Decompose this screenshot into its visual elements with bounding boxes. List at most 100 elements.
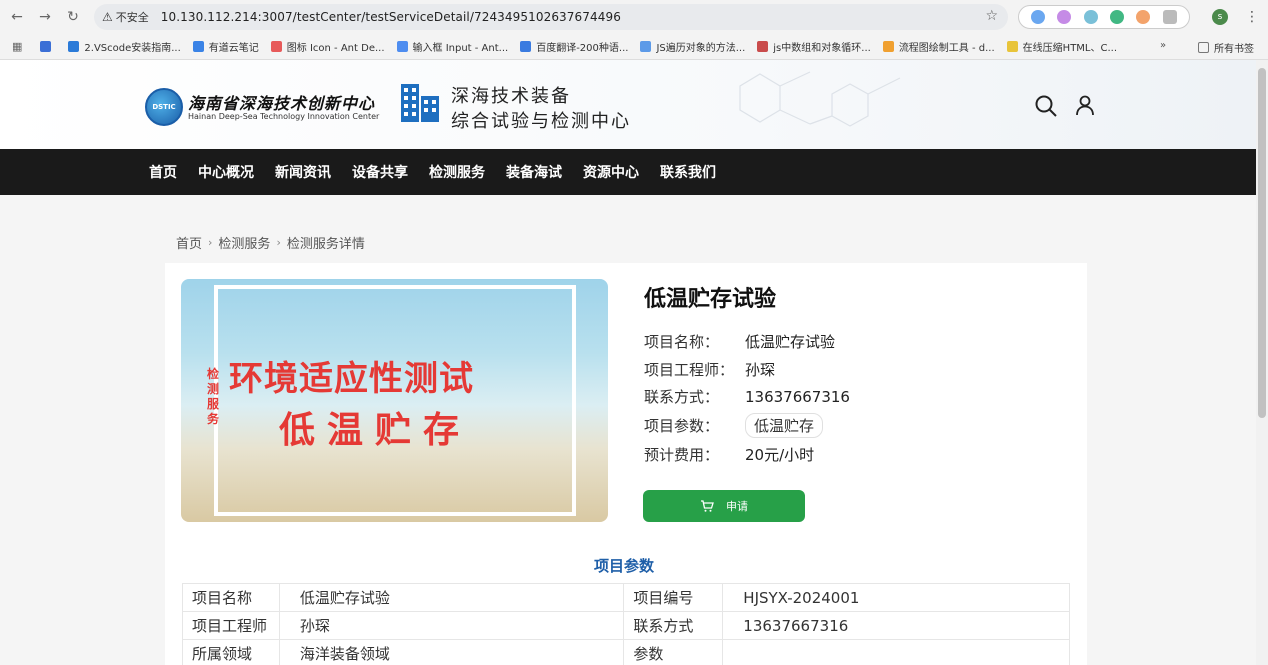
cart-icon xyxy=(701,500,714,512)
breadcrumb-home[interactable]: 首页 xyxy=(176,233,202,252)
params-section-title: 项目参数 xyxy=(594,557,655,575)
molecule-decoration-icon xyxy=(739,71,901,127)
bookmark-item[interactable]: 图标 Icon - Ant De... xyxy=(270,39,385,54)
breadcrumb-testing-services[interactable]: 检测服务 xyxy=(218,233,270,252)
bookmark-star-icon[interactable]: ☆ xyxy=(985,8,998,24)
info-label: 项目名称： xyxy=(644,333,720,351)
bookmark-item[interactable]: 2.VScode安装指南... xyxy=(68,39,181,54)
nav-testing-services[interactable]: 检测服务 xyxy=(429,162,485,182)
param-tag: 低温贮存 xyxy=(745,413,824,438)
bookmark-item[interactable]: 输入框 Input - Ant... xyxy=(396,39,508,54)
site-title-line2: 综合试验与检测中心 xyxy=(451,111,631,132)
info-label: 联系方式： xyxy=(644,388,720,406)
bookmark-favicon-icon xyxy=(40,41,52,52)
bookmark-item[interactable]: JS遍历对象的方法... xyxy=(640,39,745,54)
table-cell-value: 孙琛 xyxy=(278,611,625,640)
bookmark-favicon-icon xyxy=(396,41,408,52)
info-value: 20元/小时 xyxy=(745,446,815,464)
nav-sea-trials[interactable]: 装备海试 xyxy=(506,162,562,182)
info-row-name: 项目名称： 低温贮存试验 xyxy=(644,331,835,352)
bookmark-item[interactable]: 流程图绘制工具 - d... xyxy=(882,39,995,54)
bookmark-favicon-icon xyxy=(640,41,652,52)
bookmark-favicon-icon xyxy=(882,41,894,52)
table-cell-value: 13637667316 xyxy=(722,611,1070,640)
bookmark-item[interactable]: 有道云笔记 xyxy=(192,39,259,54)
nav-home[interactable]: 首页 xyxy=(149,162,177,182)
vue-extension-icon[interactable] xyxy=(1110,10,1125,24)
table-row: 项目工程师 孙琛 联系方式 13637667316 xyxy=(182,611,1070,640)
table-cell-label: 项目名称 xyxy=(182,583,280,612)
profile-avatar[interactable]: s xyxy=(1212,9,1228,25)
nav-resources[interactable]: 资源中心 xyxy=(583,162,639,182)
more-menu-icon[interactable]: ⋮ xyxy=(1245,9,1259,25)
orange-extension-icon[interactable] xyxy=(1136,10,1151,24)
site-header: DSTIC 海南省深海技术创新中心 Hainan Deep-Sea Techno… xyxy=(0,60,1256,149)
apply-button[interactable]: 申请 xyxy=(643,490,805,522)
info-row-cost: 预计费用： 20元/小时 xyxy=(644,444,814,465)
bookmark-favicon-icon xyxy=(68,41,80,52)
bookmark-favicon-icon xyxy=(270,41,282,52)
table-cell-value: HJSYX-2024001 xyxy=(722,583,1070,612)
bookmark-item[interactable]: 在线压缩HTML、C... xyxy=(1006,39,1117,54)
logo-english-name: Hainan Deep-Sea Technology Innovation Ce… xyxy=(188,112,380,121)
table-cell-label: 联系方式 xyxy=(623,611,724,640)
nav-equipment-sharing[interactable]: 设备共享 xyxy=(352,162,408,182)
gear-extension-icon[interactable] xyxy=(1083,10,1098,24)
bookmarks-overflow-icon[interactable]: » xyxy=(1160,40,1166,51)
apply-button-label: 申请 xyxy=(726,500,748,513)
service-title: 低温贮存试验 xyxy=(644,287,777,312)
site-title-line1: 深海技术装备 xyxy=(451,86,571,107)
page-scrollbar[interactable] xyxy=(1256,60,1268,665)
info-row-contact: 联系方式： 13637667316 xyxy=(644,386,850,407)
bookmark-favicon-icon xyxy=(520,41,532,52)
bookmark-favicon-icon xyxy=(1006,41,1018,52)
table-row: 所属领域 海洋装备领域 参数 xyxy=(182,639,1070,665)
bookmark-favicon-icon xyxy=(757,41,769,52)
all-bookmarks-button[interactable]: 所有书签 xyxy=(1198,40,1254,55)
bookmarks-bar: ▦ 2.VScode安装指南... 有道云笔记 图标 Icon - Ant De… xyxy=(0,34,1268,60)
table-cell-label: 参数 xyxy=(623,639,724,665)
chat-extension-icon[interactable] xyxy=(1031,10,1046,24)
info-value: 孙琛 xyxy=(745,361,776,379)
nav-about[interactable]: 中心概况 xyxy=(198,162,254,182)
extensions-bar xyxy=(1018,5,1190,29)
info-value: 低温贮存试验 xyxy=(745,333,836,351)
table-cell-label: 所属领域 xyxy=(182,639,280,665)
nav-contact[interactable]: 联系我们 xyxy=(660,162,716,182)
center-logo-icon[interactable]: DSTIC xyxy=(145,88,183,126)
puzzle-icon[interactable] xyxy=(1162,10,1177,24)
table-cell-label: 项目工程师 xyxy=(182,611,280,640)
back-icon[interactable]: ← xyxy=(6,6,28,28)
breadcrumb: 首页 › 检测服务 › 检测服务详情 xyxy=(176,233,365,252)
address-bar[interactable]: ⚠ 不安全 10.130.112.214:3007/testCenter/test… xyxy=(94,4,1008,30)
bookmark-item[interactable] xyxy=(40,41,56,52)
table-cell-label: 项目编号 xyxy=(623,583,724,612)
apps-grid-icon[interactable]: ▦ xyxy=(12,40,22,53)
info-row-params: 项目参数： 低温贮存 xyxy=(644,413,824,438)
security-indicator[interactable]: ⚠ 不安全 xyxy=(102,9,149,25)
bookmark-item[interactable]: 百度翻译-200种语... xyxy=(520,39,628,54)
table-cell-value xyxy=(722,639,1070,665)
info-value: 13637667316 xyxy=(745,387,850,406)
warning-icon: ⚠ xyxy=(102,10,113,24)
chevron-right-icon: › xyxy=(276,236,281,249)
nav-news[interactable]: 新闻资讯 xyxy=(275,162,331,182)
search-icon[interactable] xyxy=(1034,94,1058,118)
folder-icon xyxy=(1198,42,1209,53)
chevron-right-icon: › xyxy=(208,236,213,249)
forward-icon[interactable]: → xyxy=(34,6,56,28)
logo-chinese-name: 海南省深海技术创新中心 xyxy=(188,94,376,113)
scrollbar-thumb[interactable] xyxy=(1258,68,1266,418)
user-icon[interactable] xyxy=(1074,94,1096,116)
hero-title-line2: 低温贮存 xyxy=(279,410,472,451)
url-text[interactable]: 10.130.112.214:3007/testCenter/testServi… xyxy=(161,10,621,24)
bookmark-favicon-icon xyxy=(192,41,204,52)
table-cell-value: 海洋装备领域 xyxy=(278,639,625,665)
info-label: 项目工程师： xyxy=(644,361,735,379)
reload-icon[interactable]: ↻ xyxy=(62,6,84,28)
service-hero-image: 检测服务 环境适应性测试 低温贮存 xyxy=(181,279,608,522)
brain-extension-icon[interactable] xyxy=(1057,10,1072,24)
breadcrumb-current: 检测服务详情 xyxy=(286,237,365,252)
hero-side-text: 检测服务 xyxy=(206,367,219,426)
bookmark-item[interactable]: js中数组和对象循环... xyxy=(757,39,871,54)
